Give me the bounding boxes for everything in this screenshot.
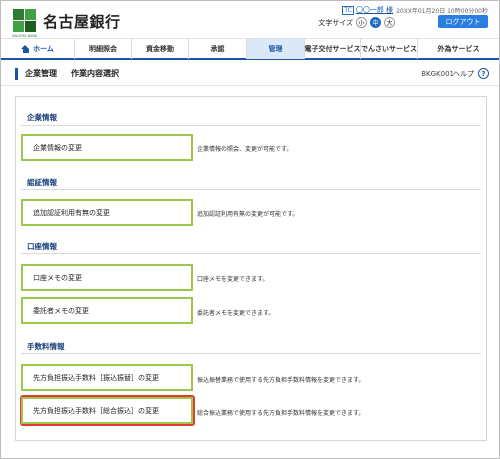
nav-item-label: 電子交付サービス [304, 45, 361, 53]
nav-item-label: 資金移動 [146, 45, 174, 53]
change-consignor-memo-button[interactable]: 委託者メモの変更 [21, 297, 193, 324]
section-title-auth: 認証情報 [27, 178, 57, 187]
help-icon: ? [478, 68, 489, 79]
logo-mark-icon: NAGOYA BANK [12, 9, 37, 38]
help-label: ヘルプ [453, 69, 474, 78]
task-selection-panel: 企業情報 企業情報の変更 企業情報の照会、変更が可能です。 認証情報 追加認証利… [15, 96, 487, 441]
nav-item-label: 外為サービス [437, 45, 480, 53]
menu-description: 口座メモを変更できます。 [197, 276, 269, 283]
nav-item-label: 管理 [268, 45, 283, 53]
screen-id: BKGK001 [421, 70, 454, 78]
bank-name: 名古屋銀行 [43, 12, 121, 31]
menu-description: 委託者メモを変更できます。 [197, 310, 275, 317]
section-title-company: 企業情報 [27, 113, 57, 122]
user-badge: TC [342, 5, 354, 15]
page-title: 企業管理 [25, 69, 57, 78]
menu-description: 振込振替業務で使用する先方負担手数料情報を変更できます。 [197, 377, 365, 384]
change-additional-auth-button[interactable]: 追加認証利用有無の変更 [21, 199, 193, 226]
change-fee-bulk-transfer-button[interactable]: 先方負担振込手数料［総合振込］の変更 [21, 397, 193, 424]
font-size-small-button[interactable]: 小 [356, 17, 367, 28]
nav-item-label: 承認 [210, 45, 225, 53]
nav-item-label: でんさいサービス [361, 45, 417, 53]
font-size-large-button[interactable]: 大 [384, 17, 395, 28]
bank-logo[interactable]: NAGOYA BANK 名古屋銀行 [12, 9, 121, 38]
help-link[interactable]: ヘルプ ? [453, 68, 489, 79]
divider [21, 353, 481, 354]
nav-item-home[interactable]: ホーム [1, 39, 75, 59]
change-account-memo-button[interactable]: 口座メモの変更 [21, 264, 193, 291]
nav-item-densai[interactable]: でんさいサービス [361, 39, 418, 59]
font-size-control: 文字サイズ 小 中 大 [318, 17, 395, 28]
nav-item-label: ホーム [33, 45, 54, 53]
menu-description: 総合振込業務で使用する先方負担手数料情報を変更できます。 [197, 410, 365, 417]
nav-item-forex[interactable]: 外為サービス [418, 39, 499, 59]
font-size-medium-button[interactable]: 中 [370, 17, 381, 28]
divider [21, 253, 481, 254]
nav-item-label: 明細照会 [89, 45, 117, 53]
section-title-fees: 手数料情報 [27, 342, 65, 351]
nav-item-transfers[interactable]: 資金移動 [132, 39, 189, 59]
font-size-label: 文字サイズ [318, 18, 353, 27]
change-fee-transfer-button[interactable]: 先方負担振込手数料［振込振替］の変更 [21, 364, 193, 391]
user-name-link[interactable]: 〇〇一郎 様 [356, 5, 393, 15]
last-login: 20XX年01月20日 10時00分00秒 [396, 7, 488, 15]
section-title-account: 口座情報 [27, 242, 57, 251]
nav-item-management[interactable]: 管理 [247, 39, 305, 59]
nav-item-statements[interactable]: 明細照会 [75, 39, 132, 59]
title-accent-bar [15, 67, 18, 80]
divider [21, 189, 481, 190]
logout-button[interactable]: ログアウト [438, 15, 488, 28]
menu-description: 企業情報の照会、変更が可能です。 [197, 146, 293, 153]
home-icon [21, 45, 30, 53]
title-bar: 企業管理 作業内容選択 BKGK001 ヘルプ ? [1, 62, 499, 86]
menu-description: 追加認証利用有無の変更が可能です。 [197, 211, 299, 218]
divider [21, 125, 481, 126]
change-company-info-button[interactable]: 企業情報の変更 [21, 134, 193, 161]
user-info: TC 〇〇一郎 様 20XX年01月20日 10時00分00秒 [342, 5, 488, 15]
page-subtitle: 作業内容選択 [71, 69, 119, 78]
nav-item-approval[interactable]: 承認 [189, 39, 247, 59]
global-nav: ホーム 明細照会 資金移動 承認 管理 電子交付サービス でんさいサービス 外為… [1, 38, 499, 60]
nav-item-e-delivery[interactable]: 電子交付サービス [305, 39, 361, 59]
